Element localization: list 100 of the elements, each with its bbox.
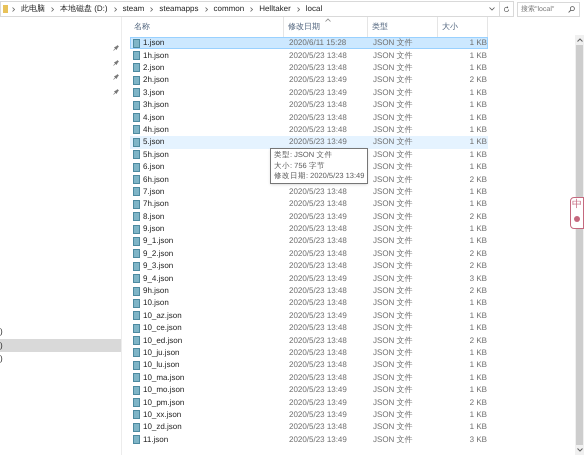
breadcrumb-item[interactable]: steam	[120, 3, 146, 15]
breadcrumb-item[interactable]: local	[304, 3, 324, 15]
file-name: 10_ju.json	[143, 346, 180, 359]
file-name: 10_ma.json	[143, 372, 184, 384]
file-type: JSON 文件	[373, 261, 413, 270]
file-name: 10_lu.json	[143, 359, 180, 372]
modified-date: 2020/5/23 13:49	[289, 137, 347, 146]
file-size: 2 KB	[470, 75, 487, 84]
file-size: 1 KB	[470, 360, 487, 370]
file-size: 1 KB	[470, 372, 487, 382]
nav-item[interactable]: )	[0, 352, 121, 365]
file-type: JSON 文件	[373, 236, 413, 246]
pin-icon	[113, 88, 119, 94]
file-name: 11.json	[143, 434, 168, 446]
file-size: 1 KB	[470, 323, 487, 332]
scroll-up-icon[interactable]	[576, 38, 582, 42]
file-name: 9_3.json	[143, 260, 174, 272]
file-type: JSON 文件	[373, 336, 413, 345]
modified-date: 2020/5/23 13:49	[289, 398, 347, 407]
file-name: 1.json	[143, 37, 164, 50]
file-name: 4.json	[143, 112, 164, 124]
modified-date: 2020/5/23 13:48	[289, 50, 347, 60]
file-name: 10.json	[143, 297, 169, 310]
file-type: JSON 文件	[373, 410, 413, 419]
modified-date: 2020/5/23 13:48	[289, 124, 347, 134]
nav-item[interactable]: )	[0, 325, 121, 338]
file-type: JSON 文件	[373, 50, 413, 60]
modified-date: 2020/5/23 13:48	[289, 248, 347, 258]
file-size: 1 KB	[470, 150, 487, 159]
file-type: JSON 文件	[373, 224, 413, 234]
chevron-icon	[114, 6, 117, 12]
ime-label: 中	[572, 198, 582, 212]
ime-badge[interactable]: 中	[570, 197, 584, 229]
file-size: 1 KB	[470, 137, 487, 146]
sort-caret-icon	[325, 18, 331, 22]
nav-item[interactable]: )	[0, 338, 121, 352]
file-name: 10_pm.json	[143, 396, 184, 409]
file-size: 1 KB	[470, 112, 487, 122]
modified-date: 2020/5/23 13:48	[289, 336, 347, 345]
file-size: 2 KB	[470, 248, 487, 258]
dropdown-icon[interactable]	[489, 7, 495, 11]
file-name: 10_ed.json	[143, 334, 182, 347]
modified-date: 2020/5/23 13:48	[289, 286, 347, 296]
modified-date: 2020/5/23 13:48	[289, 360, 347, 370]
file-size: 1 KB	[470, 224, 487, 234]
file-row[interactable]: 5.json 2020/5/23 13:49 JSON 文件 1 KB	[130, 136, 488, 149]
file-type: JSON 文件	[373, 162, 413, 172]
file-name: 1h.json	[143, 50, 169, 62]
file-type: JSON 文件	[373, 434, 413, 444]
breadcrumb-item[interactable]: Helltaker	[257, 3, 293, 15]
modified-date: 2020/5/23 13:49	[289, 75, 347, 84]
pin-icon	[113, 74, 119, 80]
file-name: 3.json	[143, 86, 164, 99]
modified-date: 2020/5/23 13:49	[289, 274, 347, 283]
address-bar[interactable]: 此电脑 本地磁盘 (D:) steam steamapps common Helltaker local	[0, 1, 500, 17]
breadcrumb-item[interactable]: 本地磁盘 (D:)	[58, 3, 110, 15]
search-icon	[568, 6, 575, 13]
pin-icon	[113, 45, 119, 51]
file-size: 1 KB	[470, 422, 487, 432]
modified-date: 2020/5/23 13:48	[289, 100, 347, 110]
file-size: 1 KB	[470, 236, 487, 246]
refresh-button[interactable]	[500, 1, 514, 17]
breadcrumb-item[interactable]: 此电脑	[19, 3, 47, 15]
chevron-icon	[250, 6, 254, 12]
folder-icon	[3, 5, 8, 13]
modified-date: 2020/5/23 13:49	[289, 212, 347, 221]
modified-date: 2020/5/23 13:48	[289, 372, 347, 382]
file-name: 2.json	[143, 62, 164, 74]
file-size: 1 KB	[470, 186, 487, 196]
mascot-icon	[574, 216, 580, 222]
modified-date: 2020/5/23 13:48	[289, 323, 347, 332]
file-size: 2 KB	[470, 336, 487, 345]
file-name: 9_4.json	[143, 272, 174, 285]
breadcrumb-item[interactable]: steamapps	[157, 3, 200, 15]
file-size: 1 KB	[470, 162, 487, 172]
file-type: JSON 文件	[373, 310, 413, 320]
file-size: 1 KB	[470, 410, 487, 419]
file-type: JSON 文件	[373, 323, 413, 332]
breadcrumb-item[interactable]: common	[212, 3, 246, 15]
file-size: 1 KB	[470, 88, 487, 97]
chevron-icon	[204, 6, 208, 12]
file-type: JSON 文件	[373, 298, 413, 308]
file-size: 3 KB	[470, 274, 487, 283]
file-name: 9h.json	[143, 285, 169, 298]
file-type: JSON 文件	[373, 274, 413, 283]
file-size: 3 KB	[470, 434, 487, 444]
file-name: 4h.json	[143, 124, 169, 136]
file-size: 1 KB	[470, 310, 487, 320]
modified-date: 2020/5/23 13:48	[289, 348, 347, 357]
file-name: 7.json	[143, 186, 164, 198]
file-size: 2 KB	[470, 261, 487, 270]
modified-date: 2020/5/23 13:49	[289, 385, 347, 394]
file-type: JSON 文件	[373, 100, 413, 110]
file-type: JSON 文件	[373, 422, 413, 432]
modified-date: 2020/6/11 15:28	[289, 38, 346, 48]
file-row[interactable]: 1.json 2020/6/11 15:28 JSON 文件 1 KB	[130, 37, 488, 50]
file-type: JSON 文件	[373, 286, 413, 296]
file-size: 2 KB	[470, 398, 487, 407]
scroll-down-icon[interactable]	[576, 448, 582, 452]
modified-date: 2020/5/23 13:48	[289, 224, 347, 234]
